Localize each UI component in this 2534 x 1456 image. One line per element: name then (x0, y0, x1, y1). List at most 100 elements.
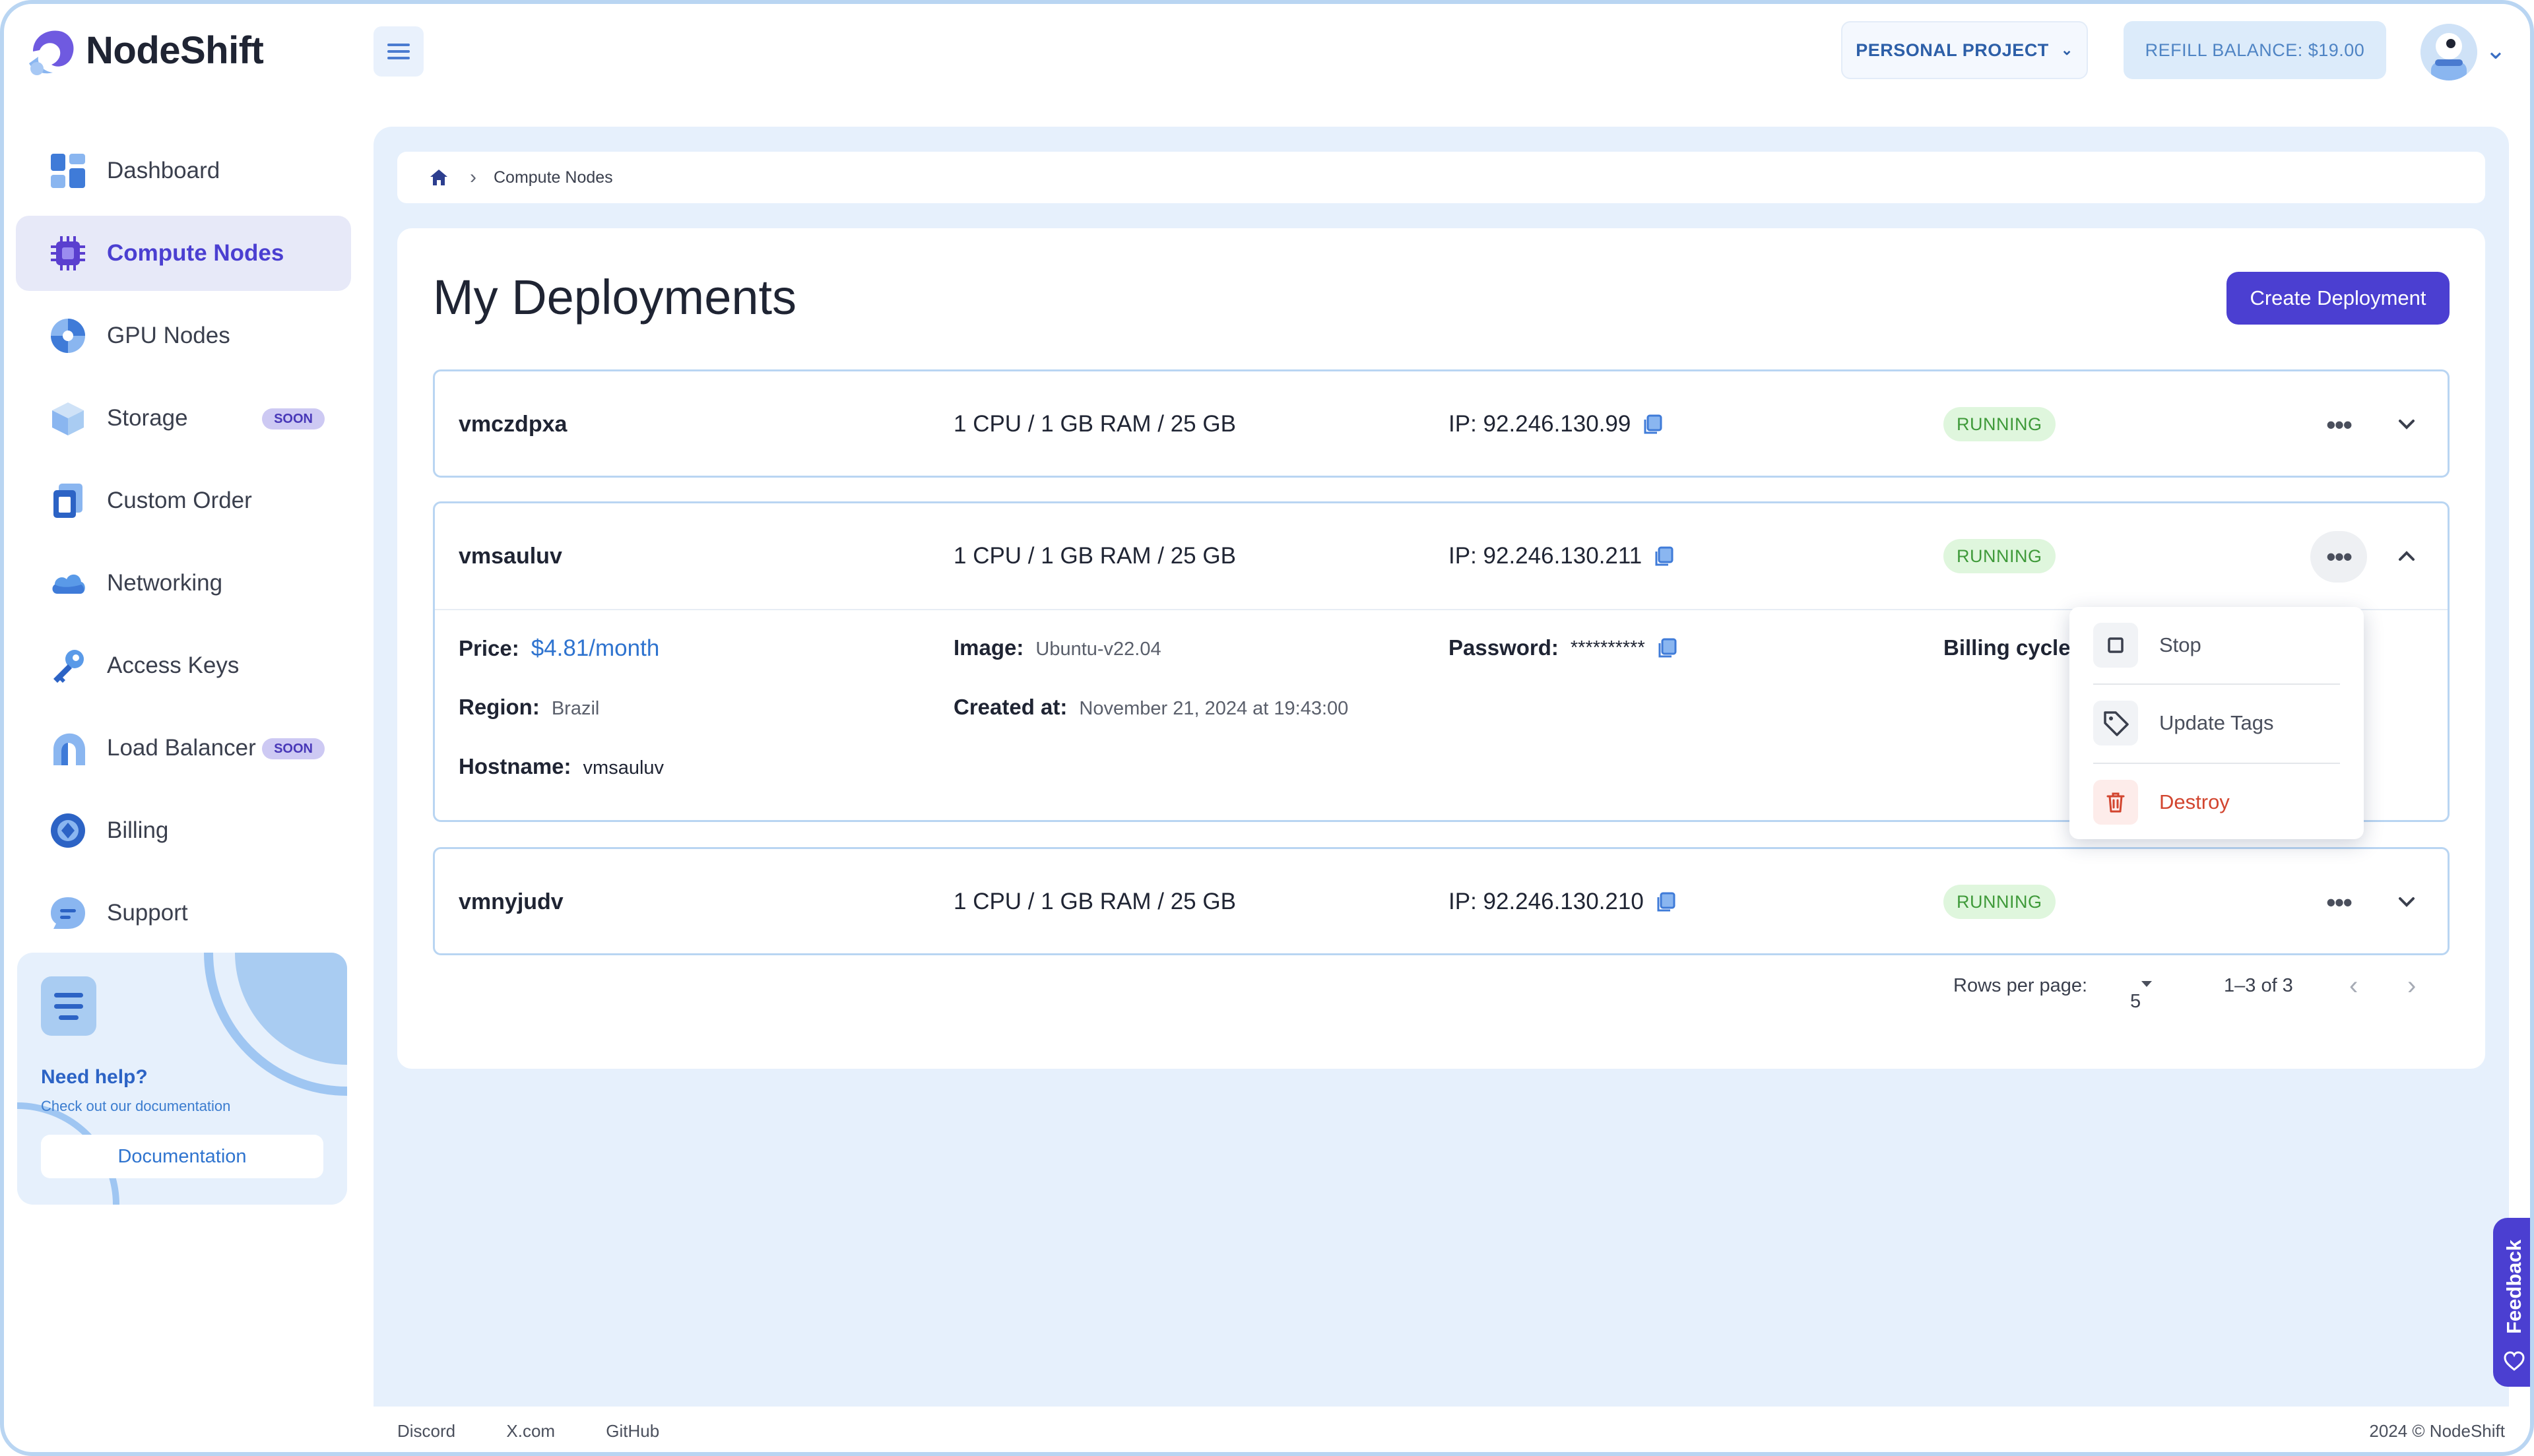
sidebar-nav: Dashboard Compute Nodes GPU Nodes Storag… (16, 133, 351, 958)
copy-icon[interactable] (1641, 413, 1664, 435)
region-value: Brazil (551, 698, 600, 719)
copyright-text: 2024 © NodeShift (2369, 1421, 2505, 1441)
chevron-down-icon: ⌄ (2060, 42, 2073, 58)
hamburger-menu-button[interactable] (374, 26, 424, 77)
app-name: NodeShift (86, 28, 264, 72)
chevron-down-icon (2399, 420, 2415, 429)
pagination: Rows per page: 5 1–3 of 3 ‹ › (397, 959, 2485, 1012)
deployment-name: vmczdpxa (459, 411, 568, 437)
hostname-value: vmsauluv (583, 757, 665, 778)
chevron-down-icon (2399, 897, 2415, 907)
account-chevron-down-icon[interactable]: ⌄ (2485, 36, 2506, 65)
collapse-button[interactable] (2387, 536, 2426, 576)
copy-icon[interactable] (1656, 637, 1678, 659)
expand-button[interactable] (2387, 404, 2426, 444)
sidebar-item-gpu-nodes[interactable]: GPU Nodes (16, 298, 351, 373)
created-at-label: Created at: (954, 695, 1068, 719)
trash-icon (2093, 780, 2138, 825)
billing-cycle-field: Billing cycle: (1943, 635, 2078, 660)
home-icon[interactable] (429, 168, 449, 187)
next-page-button[interactable]: › (2407, 971, 2416, 1001)
deployment-row[interactable]: vmnyjudv 1 CPU / 1 GB RAM / 25 GB IP: 92… (433, 847, 2450, 955)
footer-link-github[interactable]: GitHub (606, 1421, 659, 1441)
custom-order-icon (49, 482, 87, 520)
breadcrumb-current: Compute Nodes (494, 168, 613, 187)
breadcrumb: › Compute Nodes (397, 152, 2485, 203)
project-selector-button[interactable]: PERSONAL PROJECT ⌄ (1841, 21, 2088, 79)
more-options-button[interactable]: ••• (2310, 877, 2367, 928)
deployment-ip: IP: 92.246.130.210 (1448, 849, 1677, 955)
sidebar-item-label: Storage (107, 405, 188, 431)
avatar-icon (2420, 24, 2477, 80)
page-title: My Deployments (433, 270, 797, 325)
avatar[interactable] (2420, 24, 2477, 80)
created-at-field: Created at: November 21, 2024 at 19:43:0… (954, 695, 1348, 720)
copy-icon[interactable] (1654, 891, 1677, 913)
deployment-row[interactable]: vmczdpxa 1 CPU / 1 GB RAM / 25 GB IP: 92… (433, 369, 2450, 478)
sidebar-item-custom-order[interactable]: Custom Order (16, 463, 351, 538)
sidebar-item-billing[interactable]: Billing (16, 793, 351, 868)
chevron-right-icon: › (470, 166, 476, 188)
sidebar-item-compute-nodes[interactable]: Compute Nodes (16, 216, 351, 291)
help-card: Need help? Check out our documentation D… (17, 953, 347, 1205)
rows-per-page-label: Rows per page: (1953, 975, 2088, 996)
menu-item-update-tags[interactable]: Update Tags (2069, 685, 2364, 761)
copy-icon[interactable] (1652, 545, 1675, 567)
tag-icon (2093, 701, 2138, 745)
sidebar-item-dashboard[interactable]: Dashboard (16, 133, 351, 208)
sidebar-item-access-keys[interactable]: Access Keys (16, 628, 351, 703)
documentation-button[interactable]: Documentation (41, 1135, 323, 1178)
footer-link-x[interactable]: X.com (506, 1421, 555, 1441)
sidebar-item-networking[interactable]: Networking (16, 546, 351, 621)
password-value: ********** (1570, 637, 1645, 658)
menu-item-label: Destroy (2159, 790, 2230, 813)
sidebar-item-label: Dashboard (107, 158, 220, 183)
rows-per-page-select[interactable]: 5 (2130, 975, 2155, 1012)
image-label: Image: (954, 635, 1024, 660)
deployment-spec: 1 CPU / 1 GB RAM / 25 GB (954, 411, 1236, 437)
menu-item-stop[interactable]: Stop (2069, 607, 2364, 683)
sidebar-item-storage[interactable]: Storage SOON (16, 381, 351, 456)
help-title: Need help? (41, 1066, 148, 1088)
menu-item-destroy[interactable]: Destroy (2069, 764, 2364, 840)
caret-down-icon (2141, 981, 2152, 987)
sidebar-item-label: GPU Nodes (107, 323, 230, 348)
sidebar-item-label: Support (107, 900, 188, 926)
region-field: Region: Brazil (459, 695, 599, 720)
nodeshift-logo-icon (29, 30, 74, 75)
hostname-label: Hostname: (459, 754, 571, 778)
footer-link-discord[interactable]: Discord (397, 1421, 455, 1441)
menu-item-label: Stop (2159, 633, 2201, 656)
refill-label: REFILL BALANCE: $19.00 (2145, 40, 2365, 60)
footer-links: Discord X.com GitHub (397, 1421, 705, 1441)
sidebar-item-load-balancer[interactable]: Load Balancer SOON (16, 711, 351, 786)
dashboard-icon (49, 152, 87, 190)
sidebar-item-label: Access Keys (107, 652, 240, 678)
chip-icon (49, 234, 87, 272)
cloud-icon (49, 564, 87, 602)
ip-text: IP: 92.246.130.210 (1448, 889, 1644, 914)
billing-cycle-label: Billing cycle: (1943, 635, 2078, 660)
more-options-button[interactable]: ••• (2310, 531, 2367, 583)
expand-button[interactable] (2387, 882, 2426, 922)
more-options-button[interactable]: ••• (2310, 399, 2367, 451)
project-label: PERSONAL PROJECT (1856, 40, 2049, 60)
soon-badge: SOON (262, 738, 325, 759)
password-label: Password: (1448, 635, 1559, 660)
refill-balance-button[interactable]: REFILL BALANCE: $19.00 (2124, 21, 2386, 79)
nodeshift-logo[interactable]: NodeShift (24, 22, 264, 78)
create-deployment-button[interactable]: Create Deployment (2226, 272, 2450, 325)
password-field: Password: ********** (1448, 635, 1678, 660)
stop-icon (2093, 623, 2138, 668)
feedback-tab[interactable]: Feedback (2493, 1218, 2530, 1387)
pagination-range: 1–3 of 3 (2224, 975, 2293, 996)
created-at-value: November 21, 2024 at 19:43:00 (1079, 698, 1349, 719)
sidebar-item-label: Load Balancer (107, 735, 256, 761)
gpu-icon (49, 317, 87, 355)
image-value: Ubuntu-v22.04 (1035, 639, 1161, 660)
sidebar-item-support[interactable]: Support (16, 875, 351, 951)
hostname-field: Hostname: vmsauluv (459, 754, 664, 779)
load-balancer-icon (49, 729, 87, 767)
previous-page-button[interactable]: ‹ (2349, 971, 2358, 1001)
document-icon (41, 976, 96, 1036)
